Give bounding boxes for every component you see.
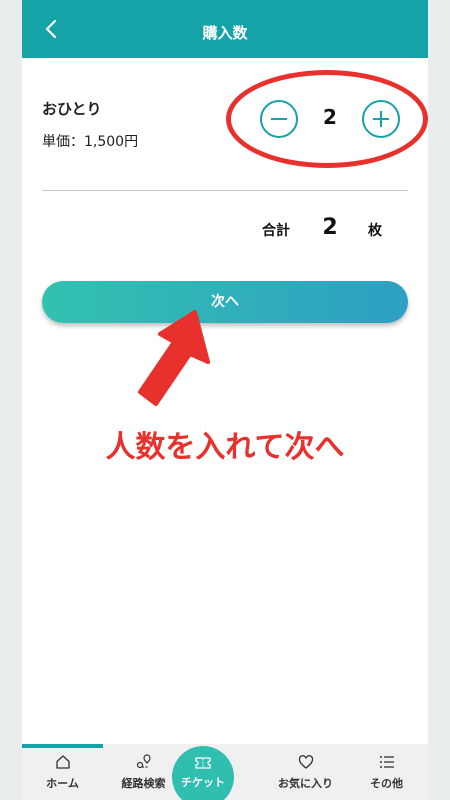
plus-icon (373, 111, 389, 127)
page-title: 購入数 (202, 24, 248, 42)
total-unit: 枚 (368, 223, 382, 239)
increase-quantity-button[interactable] (362, 100, 400, 138)
app-header: 購入数 (22, 0, 428, 58)
ticket-icon (172, 755, 234, 775)
decrease-quantity-button[interactable] (260, 100, 298, 138)
tab-favorites[interactable]: お気に入り (265, 744, 346, 800)
passenger-type-label: おひとり (42, 100, 102, 118)
home-icon (22, 754, 103, 774)
minus-icon (271, 118, 287, 120)
total-label: 合計 (262, 223, 290, 239)
tab-other[interactable]: その他 (346, 744, 427, 800)
divider (42, 190, 408, 191)
list-menu-icon (346, 754, 427, 774)
tab-home[interactable]: ホーム (22, 744, 103, 800)
instruction-annotation: 人数を入れて次へ (105, 430, 345, 465)
next-button[interactable]: 次へ (42, 281, 408, 323)
active-tab-indicator (22, 744, 103, 748)
total-value: 2 (322, 215, 338, 240)
tab-ticket-label: チケット (181, 776, 225, 789)
heart-icon (265, 754, 346, 774)
annotation-arrow-icon (138, 310, 210, 406)
quantity-value: 2 (323, 105, 337, 129)
tab-home-label: ホーム (46, 777, 79, 790)
tab-other-label: その他 (370, 777, 403, 790)
tab-ticket[interactable]: チケット (172, 746, 234, 800)
app-screen: 購入数 おひとり 単価：1,500円 2 合計 2 枚 次へ 人数を入れて次へ … (22, 0, 428, 800)
tab-favorites-label: お気に入り (278, 777, 333, 790)
unit-price-label: 単価：1,500円 (42, 134, 139, 150)
